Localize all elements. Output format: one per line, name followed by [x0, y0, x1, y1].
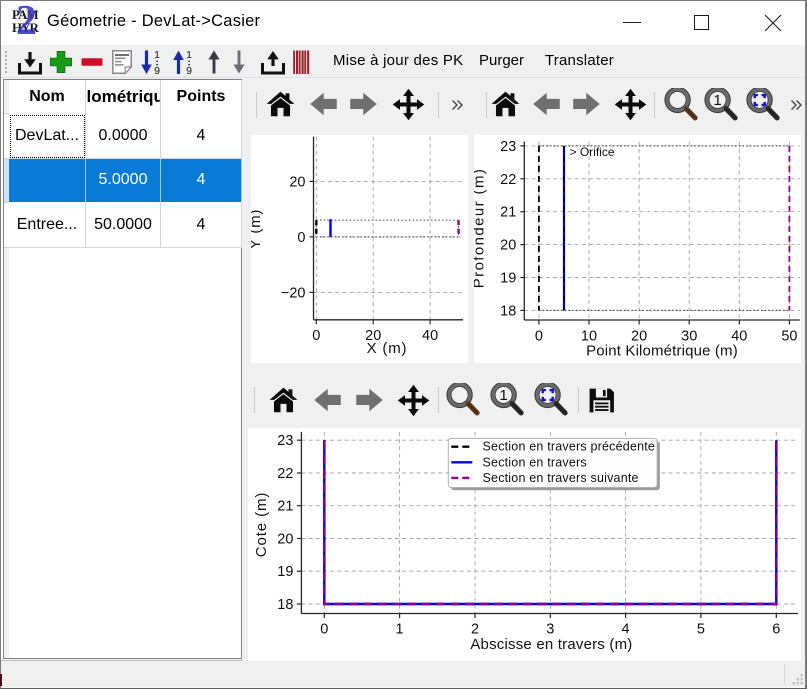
svg-text:1: 1: [396, 622, 404, 638]
svg-text:Cote (m): Cote (m): [253, 492, 270, 558]
svg-text:18: 18: [500, 303, 516, 319]
svg-text:22: 22: [500, 172, 516, 188]
svg-text:6: 6: [772, 622, 780, 638]
svg-text:40: 40: [422, 328, 438, 344]
svg-text:1: 1: [186, 49, 192, 61]
svg-text:9: 9: [186, 65, 192, 77]
svg-text:Section en travers suivante: Section en travers suivante: [483, 471, 639, 485]
svg-text:> Orifice: > Orifice: [570, 145, 615, 159]
svg-text:Section en travers: Section en travers: [483, 455, 587, 469]
svg-text:1: 1: [499, 387, 507, 404]
svg-text:0: 0: [312, 328, 320, 344]
svg-text:21: 21: [277, 499, 293, 515]
svg-text:9: 9: [154, 65, 160, 77]
svg-text:0: 0: [320, 622, 328, 638]
svg-text:23: 23: [277, 433, 293, 449]
svg-text:20: 20: [289, 174, 305, 190]
svg-text:20: 20: [500, 238, 516, 254]
svg-text:19: 19: [277, 564, 293, 580]
svg-text:21: 21: [500, 205, 516, 221]
svg-text:Section en travers précédente: Section en travers précédente: [483, 440, 656, 454]
svg-text:0: 0: [535, 328, 543, 344]
svg-text:5: 5: [697, 622, 705, 638]
svg-text:50: 50: [781, 328, 797, 344]
svg-text:18: 18: [277, 597, 293, 613]
svg-text:1: 1: [713, 92, 721, 109]
svg-text:X (m): X (m): [367, 340, 408, 357]
svg-text:Point Kilométrique (m): Point Kilométrique (m): [586, 343, 738, 360]
svg-text:Y (m): Y (m): [251, 209, 264, 249]
svg-text:23: 23: [500, 139, 516, 155]
svg-text:Profondeur (m): Profondeur (m): [474, 168, 488, 288]
svg-text:20: 20: [277, 532, 293, 548]
svg-text:Abscisse en travers (m): Abscisse en travers (m): [470, 636, 632, 653]
svg-text:1: 1: [154, 49, 160, 61]
svg-text:0: 0: [297, 230, 305, 246]
svg-text:19: 19: [500, 271, 516, 287]
svg-text:22: 22: [277, 466, 293, 482]
svg-text:−20: −20: [281, 285, 306, 301]
